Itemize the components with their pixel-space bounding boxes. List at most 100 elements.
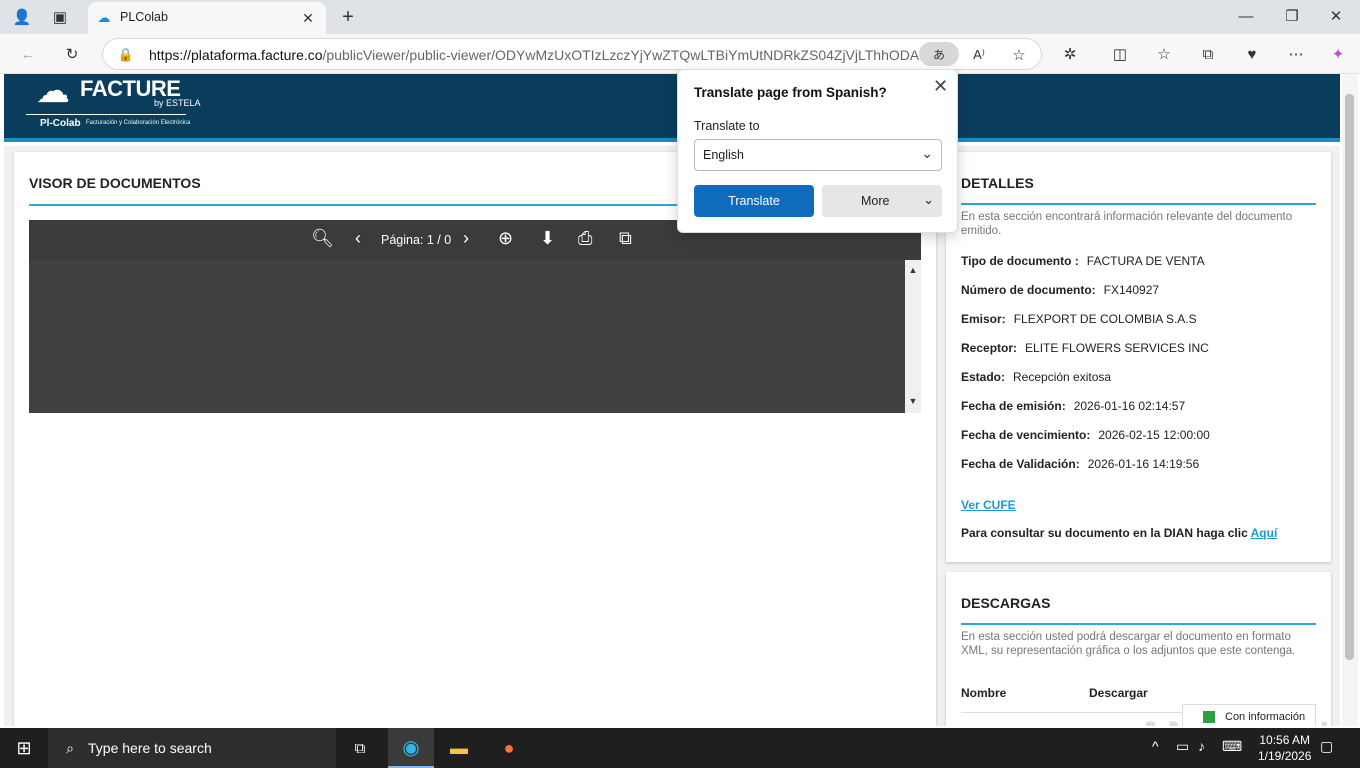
previous-page-icon[interactable]: ‹ [355, 228, 361, 249]
address-bar[interactable]: 🔒 https://plataforma.facture.co/publicVi… [102, 38, 1042, 70]
dian-link[interactable]: Aquí [1251, 526, 1278, 540]
search-icon: ⌕ [66, 739, 74, 756]
pdf-viewer[interactable]: 🔍︎ ‹ Página: 1 / 0 › ⊕ ⬇ ⎙ ⧉ ▲ ▼ [29, 220, 921, 413]
zoom-out-icon[interactable]: 🔍︎ [311, 228, 334, 249]
info-badge-label: Con información [1225, 711, 1306, 723]
favorites-icon[interactable]: ☆ [1154, 44, 1174, 64]
browser-essentials-icon[interactable]: ♥ [1242, 44, 1262, 64]
open-external-icon[interactable]: ⧉ [619, 228, 632, 249]
viewer-title: VISOR DE DOCUMENTOS [29, 175, 201, 191]
dian-text: Para consultar su documento en la DIAN h… [961, 526, 1248, 540]
window-close-icon[interactable]: ✕ [1326, 6, 1346, 26]
extensions-icon[interactable]: ✲ [1060, 44, 1080, 64]
ver-cufe-link[interactable]: Ver CUFE [961, 498, 1016, 512]
back-icon[interactable]: ← [18, 44, 38, 64]
detail-row: Receptor: ELITE FLOWERS SERVICES INC [961, 341, 1209, 355]
detail-label: Receptor: [961, 341, 1018, 355]
logo-product: Pl-Colab [40, 118, 81, 129]
task-view-icon[interactable]: ⧉ [350, 738, 370, 758]
edge-taskbar-icon[interactable]: ◉ [388, 728, 434, 768]
detail-label: Fecha de emisión: [961, 399, 1066, 413]
translate-button[interactable]: Translate [694, 185, 814, 217]
downloads-title-rule [961, 623, 1316, 625]
url-host: https://plataforma.facture.co [149, 47, 323, 63]
popup-close-icon[interactable]: ✕ [933, 76, 948, 97]
dian-line: Para consultar su documento en la DIAN h… [961, 526, 1277, 540]
language-value: English [703, 148, 744, 162]
scroll-down-icon[interactable]: ▼ [907, 395, 919, 407]
flag-icon [1203, 711, 1215, 723]
clock-time: 10:56 AM [1259, 733, 1311, 747]
file-explorer-icon[interactable]: ▬ [448, 737, 470, 759]
translate-icon[interactable]: あ [919, 42, 959, 66]
windows-start-icon[interactable]: ⊞ [14, 738, 34, 758]
site-header: ☁ FACTURE by ESTELA Pl-Colab Facturación… [4, 74, 1340, 142]
details-title: DETALLES [961, 175, 1034, 191]
detail-value: FACTURA DE VENTA [1086, 254, 1205, 268]
next-page-icon[interactable]: › [463, 228, 469, 249]
details-description: En esta sección encontrará información r… [961, 211, 1293, 237]
volume-icon[interactable]: ♪ [1198, 738, 1205, 754]
more-button-label: More [861, 194, 890, 208]
browser-tab-strip: 👤 ▣ ☁ PLColab ✕ + — ❐ ✕ [0, 0, 1360, 34]
minimize-icon[interactable]: — [1236, 6, 1256, 26]
firefox-icon[interactable]: ● [498, 737, 520, 759]
detail-row: Número de documento: FX140927 [961, 283, 1159, 297]
detail-row: Tipo de documento : FACTURA DE VENTA [961, 254, 1205, 268]
viewer-title-rule [29, 204, 677, 206]
page-indicator: Página: 1 / 0 [381, 233, 452, 247]
clock-date: 1/19/2026 [1258, 749, 1312, 763]
detail-label: Estado: [961, 370, 1006, 384]
detail-row: Fecha de Validación: 2026-01-16 14:19:56 [961, 457, 1199, 471]
scroll-up-icon[interactable]: ▲ [907, 264, 919, 276]
collections-icon[interactable]: ⧉ [1198, 44, 1218, 64]
favorite-star-icon[interactable]: ☆ [1009, 45, 1029, 65]
new-tab-icon[interactable]: + [338, 6, 358, 28]
tab-plcolab[interactable]: ☁ PLColab ✕ [88, 2, 326, 34]
taskbar-search[interactable]: ⌕ Type here to search [48, 728, 336, 768]
read-aloud-icon[interactable]: A⁾ [969, 45, 989, 65]
detail-label: Fecha de vencimiento: [961, 428, 1091, 442]
page-scrollbar-thumb[interactable] [1345, 94, 1354, 660]
cloud-icon: ☁ [97, 10, 111, 25]
print-icon[interactable]: ⎙ [578, 228, 592, 249]
detail-value: 2026-02-15 12:00:00 [1098, 428, 1210, 442]
copilot-icon[interactable]: ✦ [1328, 44, 1348, 64]
detail-value: 2026-01-16 14:19:56 [1087, 457, 1200, 471]
more-menu-icon[interactable]: ⋯ [1286, 44, 1306, 64]
cloud-logo-icon: ☁ [36, 74, 70, 110]
refresh-icon[interactable]: ↻ [62, 44, 82, 64]
tray-chevron-icon[interactable]: ^ [1152, 738, 1159, 754]
url-text[interactable]: https://plataforma.facture.co/publicView… [149, 47, 919, 63]
network-icon[interactable]: ▭ [1176, 738, 1189, 755]
viewer-scrollbar[interactable]: ▲ ▼ [905, 260, 921, 413]
edge-icon: ◉ [402, 736, 420, 759]
url-path: /publicViewer/public-viewer/ODYwMzUxOTIz… [322, 47, 919, 63]
more-button[interactable]: More ⌄ [822, 185, 942, 217]
detail-label: Tipo de documento : [961, 254, 1079, 268]
profile-icon[interactable]: 👤 [10, 6, 34, 28]
close-tab-icon[interactable]: ✕ [300, 10, 316, 26]
downloads-title: DESCARGAS [961, 595, 1051, 611]
taskbar-clock[interactable]: 10:56 AM 1/19/2026 [1258, 732, 1311, 764]
windows-taskbar: ⊞ ⌕ Type here to search ⧉ ◉ ▬ ● ^ ▭ ♪ ⌨ … [0, 728, 1360, 768]
translate-to-label: Translate to [694, 119, 760, 133]
detail-value: Recepción exitosa [1013, 370, 1112, 384]
split-screen-icon[interactable]: ◫ [1110, 44, 1130, 64]
ime-icon[interactable]: ⌨ [1222, 738, 1242, 755]
chevron-down-icon: ⌄ [923, 192, 934, 207]
lock-icon: 🔒 [117, 47, 135, 62]
restore-icon[interactable]: ❐ [1282, 6, 1302, 26]
language-select[interactable]: English ⌄ [694, 139, 942, 171]
notifications-icon[interactable]: ▢ [1320, 738, 1333, 755]
detail-row: Estado: Recepción exitosa [961, 370, 1111, 384]
logo-tagline: Facturación y Colaboración Electrónica [86, 120, 191, 126]
download-icon[interactable]: ⬇ [540, 228, 555, 249]
detail-row: Fecha de vencimiento: 2026-02-15 12:00:00 [961, 428, 1210, 442]
popup-title: Translate page from Spanish? [694, 85, 887, 100]
info-badge: Con información [1182, 704, 1316, 726]
tab-actions-icon[interactable]: ▣ [50, 7, 70, 27]
zoom-in-icon[interactable]: ⊕ [498, 228, 513, 249]
detail-row: Emisor: FLEXPORT DE COLOMBIA S.A.S [961, 312, 1197, 326]
search-placeholder: Type here to search [88, 740, 212, 756]
